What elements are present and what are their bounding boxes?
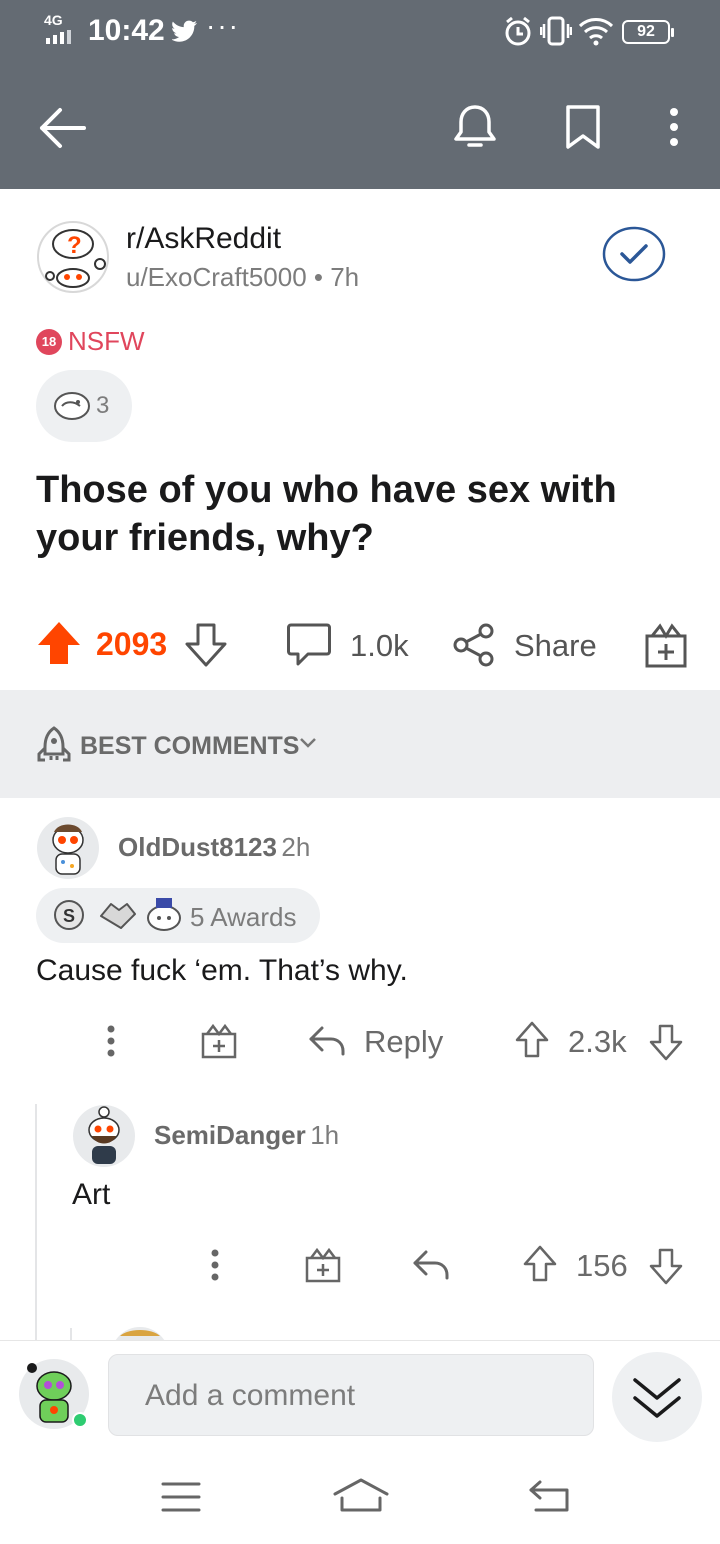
nsfw-label: NSFW [68, 326, 145, 356]
comment-author-line: SemiDanger 1h [154, 1120, 339, 1151]
back-arrow-icon[interactable] [38, 106, 86, 150]
post-vote-count: 2093 [96, 626, 168, 662]
comment-score: 156 [576, 1248, 628, 1283]
share-icon[interactable] [452, 622, 496, 668]
joined-check-button[interactable] [602, 226, 666, 282]
alarm-icon [504, 16, 532, 46]
post-author-meta[interactable]: u/ExoCraft5000 • 7h [126, 262, 359, 293]
post-award-count: 3 [96, 392, 110, 419]
svg-text:?: ? [67, 232, 82, 259]
online-status-dot [72, 1412, 88, 1428]
more-vertical-icon[interactable] [664, 106, 684, 148]
comment-age: 2h [281, 832, 311, 862]
upvote-icon[interactable] [514, 1020, 550, 1060]
comment-author[interactable]: OldDust8123 [118, 832, 277, 862]
vibrate-icon [540, 16, 572, 46]
status-bar: 4G 10:42 ··· 92 [0, 0, 720, 66]
thread-line[interactable] [35, 1104, 37, 1344]
comment-author[interactable]: SemiDanger [154, 1120, 306, 1150]
nsfw-tag: 18 NSFW [36, 326, 145, 357]
avatar[interactable] [72, 1104, 136, 1168]
sort-label[interactable]: BEST COMMENTS [80, 732, 299, 761]
award-icon [52, 390, 92, 422]
gift-award-icon[interactable] [304, 1246, 342, 1284]
silver-award-icon: S [52, 898, 86, 932]
menu-icon[interactable] [160, 1480, 202, 1514]
home-icon[interactable] [332, 1476, 390, 1516]
upvote-icon[interactable] [36, 620, 82, 666]
comment-awards-label: 5 Awards [190, 902, 297, 932]
handshake-award-icon [98, 896, 138, 932]
comment-body: Cause fuck ‘em. That’s why. [36, 954, 408, 987]
gift-award-icon[interactable] [200, 1022, 238, 1060]
comment-icon[interactable] [286, 622, 332, 668]
gift-award-icon[interactable] [644, 622, 688, 668]
post-title: Those of you who have sex with your frie… [36, 469, 617, 559]
upvote-icon[interactable] [522, 1244, 558, 1284]
downvote-icon[interactable] [184, 622, 228, 668]
wifi-icon [578, 16, 614, 46]
avatar[interactable] [110, 1326, 170, 1340]
subreddit-avatar[interactable]: ? [36, 220, 110, 294]
bookmark-icon[interactable] [564, 104, 602, 150]
wholesome-award-icon [144, 894, 184, 932]
signal-icon [46, 30, 76, 44]
more-dots-icon: ··· [206, 10, 240, 41]
battery-level: 92 [637, 23, 655, 40]
downvote-icon[interactable] [648, 1246, 684, 1286]
post-comment-count[interactable]: 1.0k [350, 628, 409, 664]
battery-icon: 92 [622, 20, 674, 44]
add-comment-input[interactable]: Add a comment [108, 1354, 594, 1436]
reply-icon[interactable] [308, 1024, 346, 1058]
nsfw-18-icon: 18 [36, 328, 62, 355]
downvote-icon[interactable] [648, 1022, 684, 1062]
bell-icon[interactable] [452, 102, 498, 152]
comment-age: 1h [310, 1120, 340, 1150]
comment-author-line: OldDust8123 2h [118, 832, 310, 863]
twitter-icon [172, 20, 198, 42]
chevron-down-icon[interactable] [298, 736, 318, 750]
more-vertical-icon[interactable] [104, 1024, 118, 1058]
avatar[interactable] [36, 816, 100, 880]
double-chevron-down-icon [633, 1378, 681, 1418]
share-button[interactable]: Share [514, 628, 597, 664]
reply-button[interactable]: Reply [364, 1024, 443, 1060]
clock: 10:42 [88, 14, 165, 47]
svg-text:S: S [63, 906, 75, 926]
collapse-comments-button[interactable] [612, 1352, 702, 1442]
comment-body: Art [72, 1178, 111, 1211]
subreddit-name[interactable]: r/AskReddit [126, 222, 281, 256]
comment-score: 2.3k [568, 1024, 627, 1059]
reply-icon[interactable] [412, 1248, 450, 1282]
more-vertical-icon[interactable] [208, 1248, 222, 1282]
network-indicator: 4G [44, 12, 63, 28]
back-nav-icon[interactable] [528, 1478, 572, 1514]
rocket-icon [36, 726, 72, 762]
app-bar [0, 66, 720, 189]
